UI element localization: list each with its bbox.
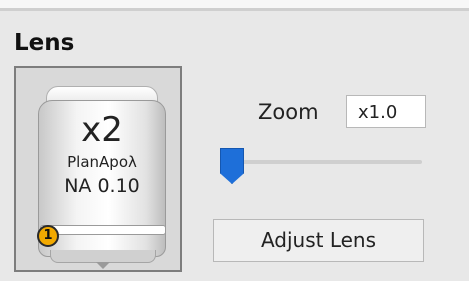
top-border	[0, 0, 469, 11]
zoom-value-field[interactable]: x1.0	[346, 95, 426, 128]
chevron-down-icon[interactable]	[96, 262, 110, 269]
zoom-slider-track[interactable]	[222, 160, 422, 164]
lens-position-badge: 1	[37, 225, 59, 247]
lens-numerical-aperture: NA 0.10	[64, 175, 140, 197]
zoom-slider-thumb[interactable]	[220, 148, 244, 184]
zoom-label: Zoom	[258, 100, 319, 124]
lens-type: PlanApoλ	[67, 153, 137, 171]
adjust-lens-button[interactable]: Adjust Lens	[213, 219, 424, 262]
panel-title: Lens	[14, 30, 75, 56]
lens-magnification: x2	[81, 110, 123, 150]
